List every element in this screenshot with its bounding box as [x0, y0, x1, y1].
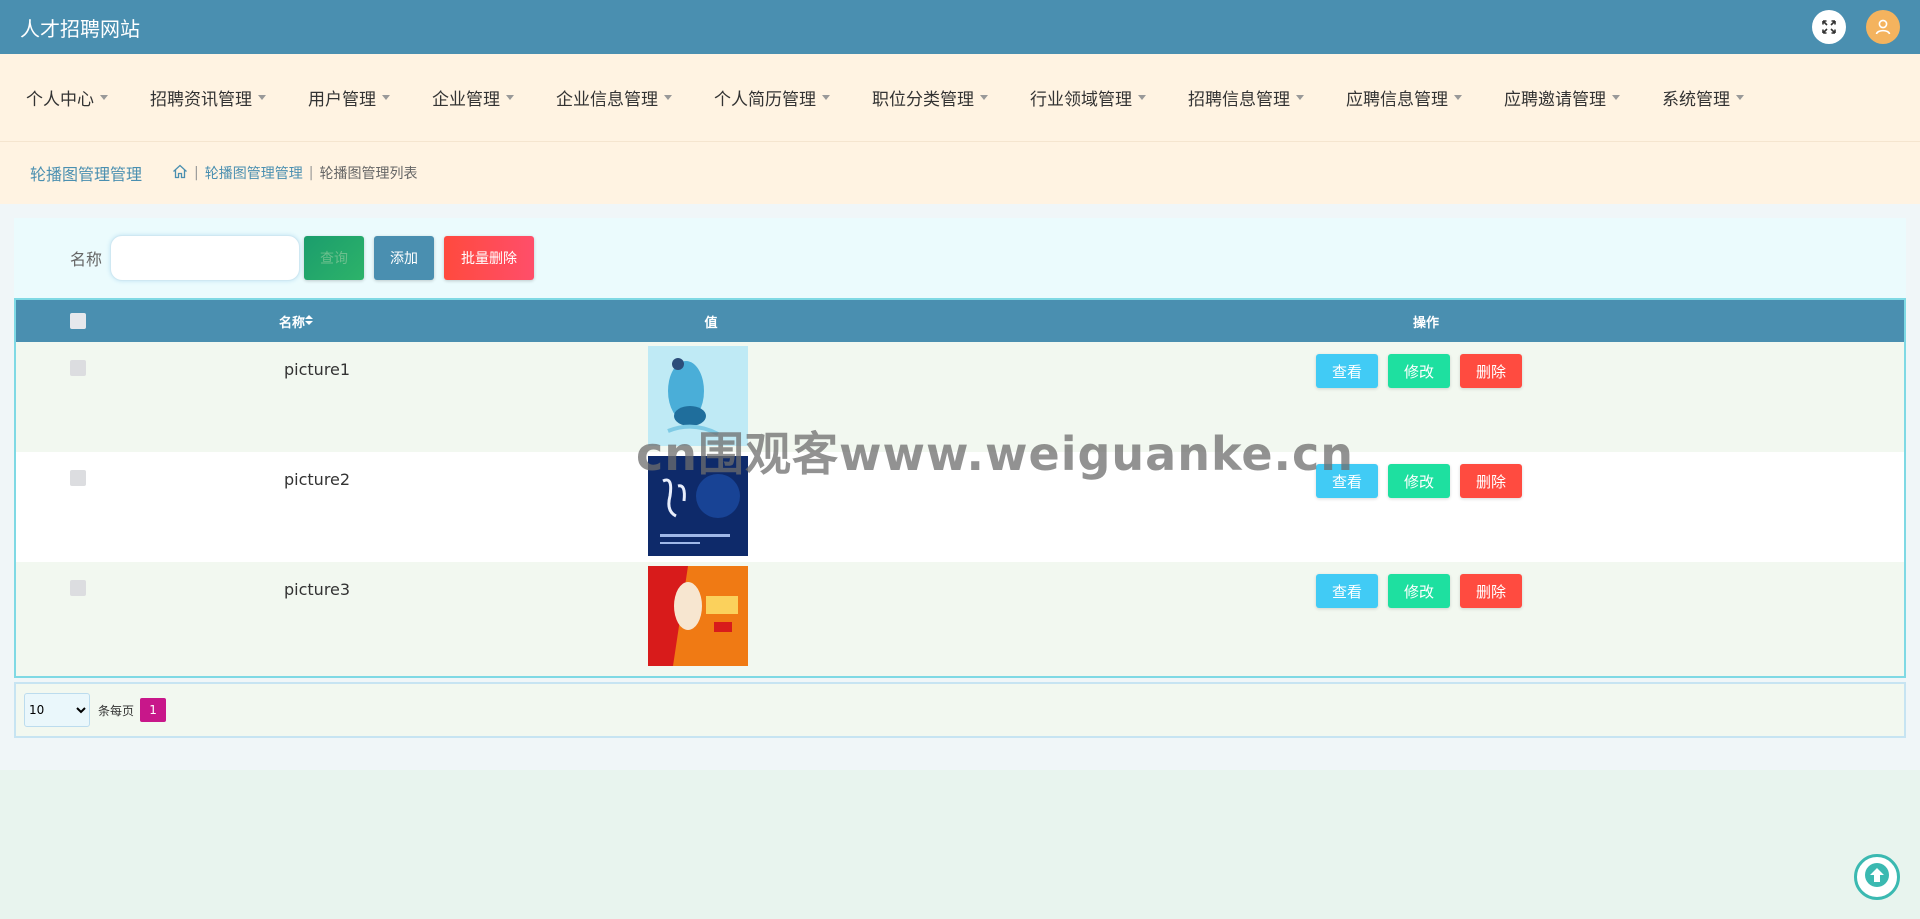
batch-delete-button[interactable]: 批量删除	[444, 236, 535, 280]
caret-down-icon	[506, 95, 514, 100]
caret-down-icon	[1296, 95, 1304, 100]
nav-item-companies[interactable]: 企业管理	[432, 85, 514, 110]
nav-item-recruit-news[interactable]: 招聘资讯管理	[150, 85, 266, 110]
query-button[interactable]: 查询	[304, 236, 365, 280]
nav-item-industries[interactable]: 行业领域管理	[1030, 85, 1146, 110]
column-actions-header: 操作	[1412, 315, 1439, 331]
caret-down-icon	[822, 95, 830, 100]
caret-down-icon	[1612, 95, 1620, 100]
caret-down-icon	[100, 95, 108, 100]
site-title: 人才招聘网站	[20, 16, 140, 41]
delete-button[interactable]: 删除	[1460, 574, 1522, 608]
per-page-label: 条每页	[98, 703, 135, 718]
row-checkbox[interactable]	[70, 360, 86, 376]
view-button[interactable]: 查看	[1316, 354, 1378, 388]
pagination: 10 20 30 50 条每页 1	[14, 682, 1906, 738]
breadcrumb-bar: 轮播图管理管理 | 轮播图管理管理 | 轮播图管理列表	[0, 142, 1920, 204]
nav-item-personal-center[interactable]: 个人中心	[26, 85, 108, 110]
column-value-header: 值	[704, 315, 718, 331]
edit-button[interactable]: 修改	[1388, 574, 1450, 608]
caret-down-icon	[980, 95, 988, 100]
row-thumbnail-image	[648, 566, 748, 666]
edit-button[interactable]: 修改	[1388, 354, 1450, 388]
search-label: 名称	[70, 250, 103, 269]
caret-down-icon	[382, 95, 390, 100]
main-content: 名称 查询 添加 批量删除 名称 值 操作 picture1 查看 修改 删除 …	[0, 204, 1920, 770]
breadcrumb: | 轮播图管理管理 | 轮播图管理列表	[172, 163, 417, 183]
row-name: picture2	[284, 470, 351, 489]
caret-down-icon	[258, 95, 266, 100]
top-bar: 人才招聘网站	[0, 0, 1920, 54]
search-panel: 名称 查询 添加 批量删除	[14, 218, 1906, 298]
nav-item-system[interactable]: 系统管理	[1662, 85, 1744, 110]
user-avatar-icon[interactable]	[1866, 10, 1900, 44]
nav-item-resumes[interactable]: 个人简历管理	[714, 85, 830, 110]
header-select-all[interactable]	[70, 300, 86, 342]
data-table: 名称 值 操作 picture1 查看 修改 删除 picture2 查看 修改…	[14, 298, 1906, 678]
page-number-button[interactable]: 1	[140, 698, 167, 722]
main-nav: 个人中心 招聘资讯管理 用户管理 企业管理 企业信息管理 个人简历管理 职位分类…	[0, 54, 1920, 142]
fullscreen-icon[interactable]	[1812, 10, 1846, 44]
caret-down-icon	[1736, 95, 1744, 100]
caret-down-icon	[1138, 95, 1146, 100]
row-actions: 查看 修改 删除	[1316, 354, 1522, 388]
arrow-up-icon	[1864, 862, 1890, 892]
nav-item-invitations[interactable]: 应聘邀请管理	[1504, 85, 1620, 110]
caret-down-icon	[664, 95, 672, 100]
nav-item-job-postings[interactable]: 招聘信息管理	[1188, 85, 1304, 110]
topbar-icons	[1812, 10, 1900, 44]
table-row: picture3 查看 修改 删除	[16, 562, 1904, 672]
nav-item-job-categories[interactable]: 职位分类管理	[872, 85, 988, 110]
name-search-input[interactable]	[110, 235, 301, 281]
breadcrumb-item-current: 轮播图管理列表	[319, 166, 418, 182]
caret-down-icon	[1454, 95, 1462, 100]
delete-button[interactable]: 删除	[1460, 354, 1522, 388]
row-name: picture3	[284, 580, 351, 599]
nav-item-company-info[interactable]: 企业信息管理	[556, 85, 672, 110]
select-all-checkbox[interactable]	[70, 313, 86, 329]
add-button[interactable]: 添加	[374, 236, 435, 280]
nav-item-applications[interactable]: 应聘信息管理	[1346, 85, 1462, 110]
nav-item-users[interactable]: 用户管理	[308, 85, 390, 110]
column-name-header[interactable]: 名称	[266, 300, 326, 342]
row-checkbox[interactable]	[70, 470, 86, 486]
table-header: 名称 值 操作	[16, 300, 1904, 342]
view-button[interactable]: 查看	[1316, 574, 1378, 608]
row-checkbox[interactable]	[70, 580, 86, 596]
breadcrumb-separator: |	[194, 165, 199, 181]
delete-button[interactable]: 删除	[1460, 464, 1522, 498]
breadcrumb-item-module[interactable]: 轮播图管理管理	[205, 163, 303, 183]
page-size-select[interactable]: 10 20 30 50	[24, 693, 90, 727]
watermark: cn围观客www.weiguanke.cn	[636, 427, 1355, 481]
breadcrumb-separator: |	[308, 165, 314, 181]
row-actions: 查看 修改 删除	[1316, 574, 1522, 608]
back-to-top-button[interactable]	[1854, 854, 1900, 900]
edit-button[interactable]: 修改	[1388, 464, 1450, 498]
row-name: picture1	[284, 360, 351, 379]
sort-icon[interactable]	[305, 314, 313, 329]
home-icon[interactable]	[172, 164, 188, 183]
page-title: 轮播图管理管理	[30, 165, 143, 184]
